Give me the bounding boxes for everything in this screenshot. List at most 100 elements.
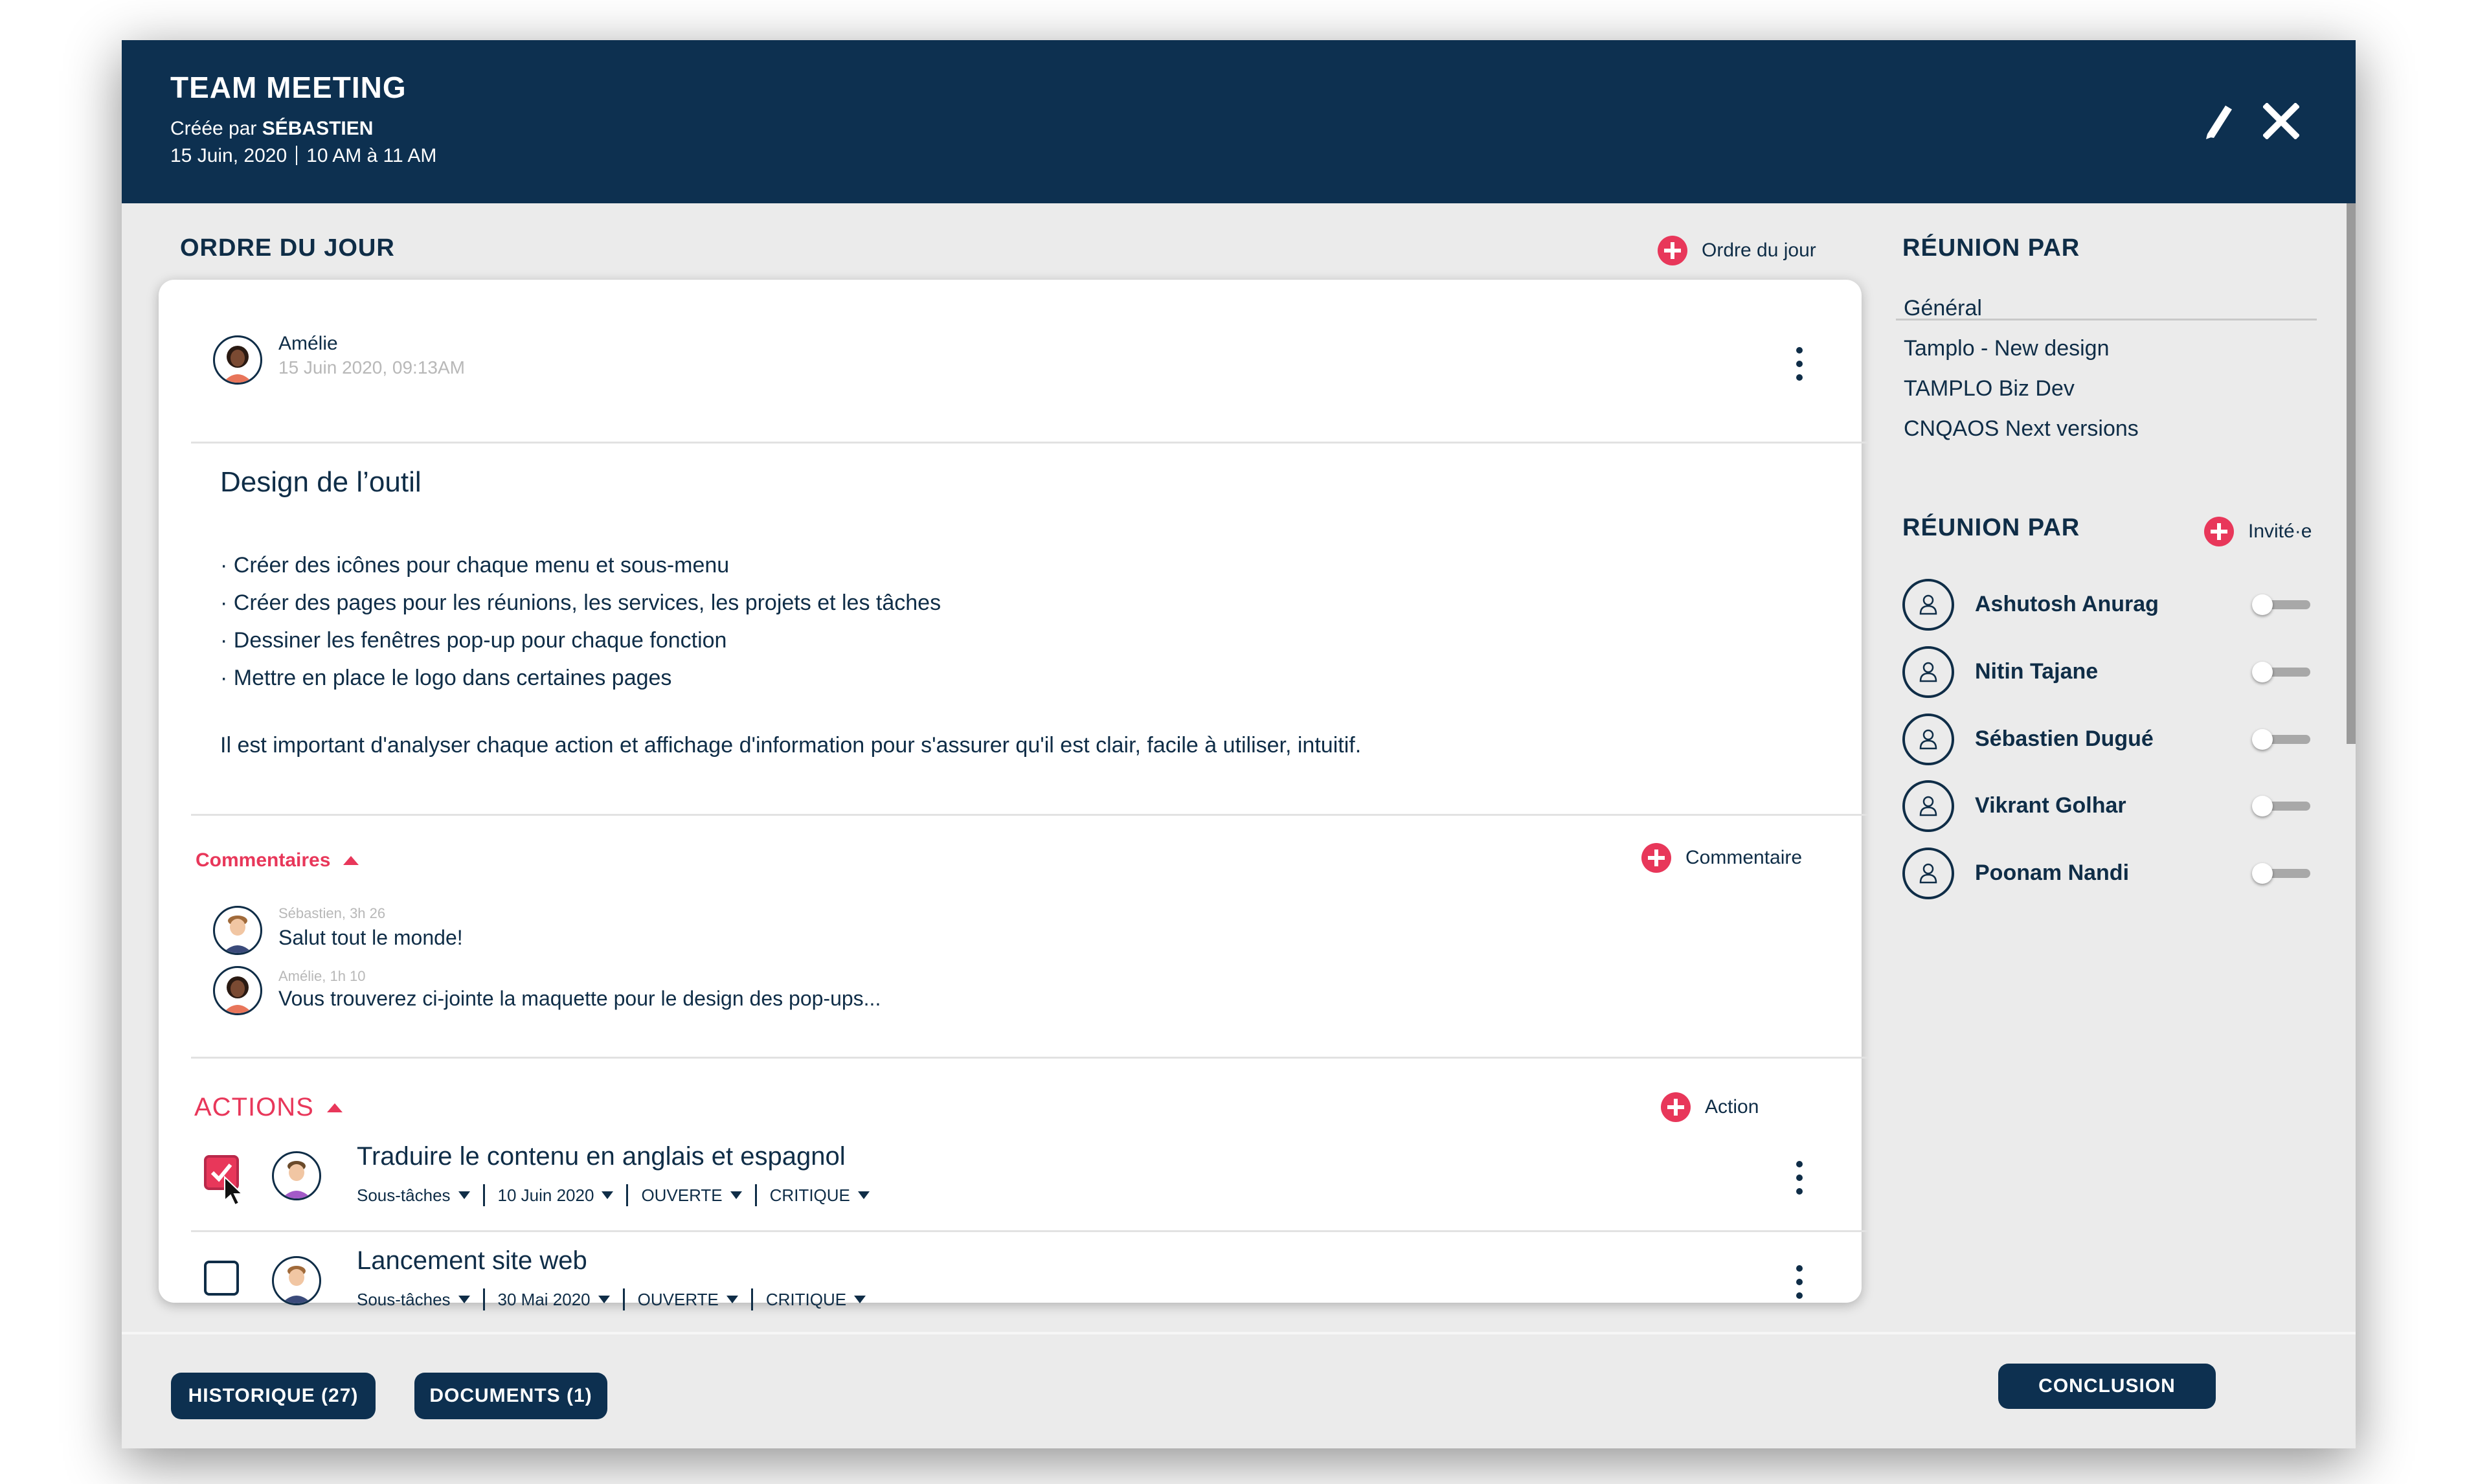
separator	[482, 1184, 485, 1206]
agenda-item-bullets: · Créer des icônes pour chaque menu et s…	[220, 546, 941, 697]
comment-meta: Sébastien, 3h 26	[278, 905, 386, 921]
close-icon[interactable]	[2259, 98, 2304, 144]
separator	[750, 1288, 753, 1310]
subtasks-label: Sous-tâches	[357, 1289, 451, 1309]
caret-down-icon	[857, 1191, 870, 1199]
comment-text: Vous trouverez ci-jointe la maquette pou…	[278, 987, 881, 1010]
caret-down-icon	[458, 1191, 470, 1199]
user-icon	[1902, 780, 1954, 832]
action-title: Lancement site web	[357, 1246, 587, 1275]
created-prefix: Créée par	[170, 118, 257, 139]
add-agenda-button[interactable]: Ordre du jour	[1658, 236, 1816, 265]
author-avatar	[213, 335, 262, 385]
modal-header: TEAM MEETING Créée par SÉBASTIEN 15 Juin…	[122, 40, 2356, 203]
invite-button[interactable]: Invité·e	[2204, 517, 2312, 546]
more-vertical-icon[interactable]	[1786, 1256, 1812, 1308]
user-icon	[1902, 579, 1954, 631]
divider	[191, 814, 1868, 816]
add-action-button[interactable]: Action	[1661, 1092, 1759, 1122]
more-vertical-icon[interactable]	[1786, 338, 1812, 390]
priority-label: CRITIQUE	[765, 1289, 847, 1309]
priority-dropdown[interactable]: CRITIQUE	[770, 1186, 870, 1206]
bullet-item: · Mettre en place le logo dans certaines…	[220, 666, 672, 690]
due-date-dropdown[interactable]: 30 Mai 2020	[498, 1290, 610, 1310]
user-icon	[1902, 848, 1954, 899]
participant-toggle[interactable]	[2252, 796, 2312, 816]
divider	[122, 1332, 2356, 1334]
subtasks-dropdown[interactable]: Sous-tâches	[357, 1186, 470, 1206]
separator	[754, 1184, 757, 1206]
creator-name: SÉBASTIEN	[262, 118, 374, 139]
groups-section-title: RÉUNION PAR	[1902, 234, 2080, 262]
participant-name: Vikrant Golhar	[1975, 793, 2126, 818]
priority-label: CRITIQUE	[769, 1185, 850, 1205]
meeting-modal: TEAM MEETING Créée par SÉBASTIEN 15 Juin…	[122, 40, 2356, 1448]
participant-toggle[interactable]	[2252, 594, 2312, 615]
group-link[interactable]: TAMPLO Biz Dev	[1904, 376, 2075, 401]
due-date-label: 10 Juin 2020	[497, 1185, 594, 1205]
action-meta: Sous-tâches 30 Mai 2020 OUVERTE CRITIQUE	[357, 1288, 866, 1310]
status-dropdown[interactable]: OUVERTE	[638, 1290, 738, 1310]
add-icon	[2204, 517, 2234, 546]
add-icon	[1641, 843, 1671, 873]
assignee-avatar	[272, 1151, 321, 1200]
status-dropdown[interactable]: OUVERTE	[641, 1185, 742, 1206]
caret-down-icon	[730, 1191, 742, 1199]
add-comment-label: Commentaire	[1685, 847, 1803, 868]
commenter-avatar	[213, 966, 262, 1015]
conclusion-button[interactable]: CONCLUSION	[1998, 1364, 2216, 1409]
subtasks-label: Sous-tâches	[357, 1185, 451, 1205]
participant-row: Sébastien Dugué	[1902, 714, 2317, 765]
history-button[interactable]: HISTORIQUE (27)	[171, 1373, 376, 1419]
more-vertical-icon[interactable]	[1786, 1152, 1812, 1204]
scrollbar[interactable]	[2347, 203, 2356, 744]
comment-text: Salut tout le monde!	[278, 926, 463, 949]
separator	[626, 1184, 629, 1206]
actions-label: ACTIONS	[194, 1093, 314, 1121]
priority-dropdown[interactable]: CRITIQUE	[766, 1290, 866, 1310]
caret-up-icon	[326, 1103, 343, 1112]
separator	[482, 1288, 485, 1310]
add-agenda-label: Ordre du jour	[1702, 240, 1816, 261]
participant-toggle[interactable]	[2252, 863, 2312, 884]
caret-down-icon	[726, 1296, 738, 1303]
status-label: OUVERTE	[641, 1185, 723, 1205]
add-icon	[1661, 1092, 1691, 1122]
participant-name: Sébastien Dugué	[1975, 726, 2154, 751]
subtasks-dropdown[interactable]: Sous-tâches	[357, 1290, 470, 1310]
action-meta: Sous-tâches 10 Juin 2020 OUVERTE CRITIQU…	[357, 1184, 870, 1206]
assignee-avatar	[272, 1256, 321, 1305]
bullet-item: · Créer des icônes pour chaque menu et s…	[220, 553, 730, 578]
edit-icon[interactable]	[2197, 98, 2242, 144]
participant-name: Ashutosh Anurag	[1975, 592, 2159, 616]
author-timestamp: 15 Juin 2020, 09:13AM	[278, 357, 465, 377]
separator	[296, 146, 298, 165]
bullet-item: · Dessiner les fenêtres pop-up pour chaq…	[220, 628, 727, 653]
caret-down-icon	[602, 1191, 614, 1199]
invite-label: Invité·e	[2248, 521, 2312, 542]
meeting-datetime: 15 Juin, 2020 10 AM à 11 AM	[170, 145, 436, 167]
user-icon	[1902, 646, 1954, 698]
participant-row: Ashutosh Anurag	[1902, 579, 2317, 631]
agenda-item-paragraph: Il est important d'analyser chaque actio…	[220, 733, 1362, 758]
comments-toggle[interactable]: Commentaires	[196, 849, 359, 871]
documents-button[interactable]: DOCUMENTS (1)	[414, 1373, 607, 1419]
status-label: OUVERTE	[637, 1289, 719, 1309]
agenda-item-card: Amélie 15 Juin 2020, 09:13AM Design de l…	[159, 280, 1868, 1310]
actions-toggle[interactable]: ACTIONS	[194, 1093, 343, 1122]
group-link[interactable]: Général	[1904, 296, 1982, 321]
created-by-line: Créée par SÉBASTIEN	[170, 118, 373, 140]
participants-section-title: RÉUNION PAR	[1902, 514, 2080, 541]
action-checkbox[interactable]	[204, 1261, 239, 1296]
group-link[interactable]: Tamplo - New design	[1904, 336, 2109, 361]
group-link[interactable]: CNQAOS Next versions	[1904, 416, 2139, 442]
participant-row: Poonam Nandi	[1902, 848, 2317, 899]
due-date-dropdown[interactable]: 10 Juin 2020	[498, 1186, 614, 1206]
participant-toggle[interactable]	[2252, 662, 2312, 682]
add-comment-button[interactable]: Commentaire	[1641, 843, 1802, 873]
caret-down-icon	[598, 1296, 610, 1303]
participant-toggle[interactable]	[2252, 729, 2312, 750]
participant-row: Nitin Tajane	[1902, 646, 2317, 698]
comment-meta: Amélie, 1h 10	[278, 968, 366, 984]
due-date-label: 30 Mai 2020	[497, 1289, 591, 1309]
